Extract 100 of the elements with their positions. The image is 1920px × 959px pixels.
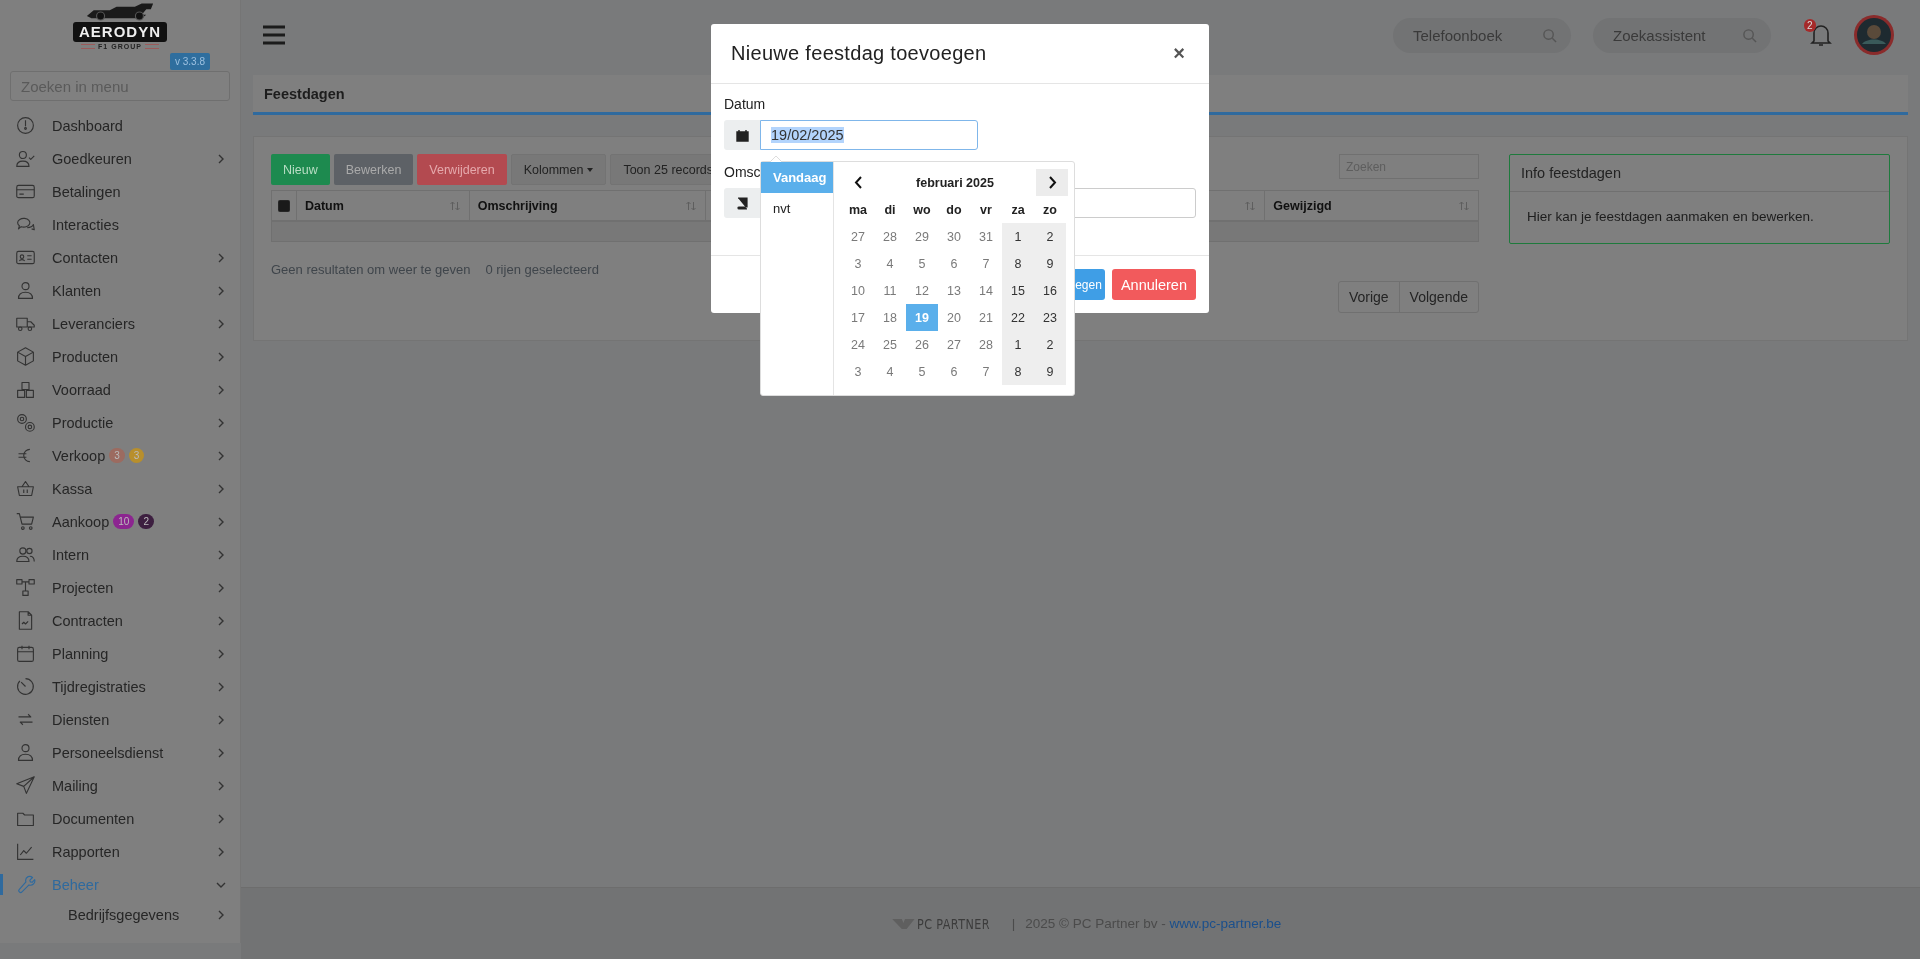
- calendar-day[interactable]: 24: [842, 331, 874, 358]
- calendar-day[interactable]: 23: [1034, 304, 1066, 331]
- sidebar-item[interactable]: Klanten: [0, 274, 240, 307]
- avatar[interactable]: [1853, 14, 1895, 56]
- chevron-right-icon: [216, 549, 226, 560]
- calendar-day[interactable]: 4: [874, 358, 906, 385]
- calendar-day[interactable]: 7: [970, 250, 1002, 277]
- menu-icon[interactable]: [263, 25, 285, 45]
- calendar-day[interactable]: 2: [1034, 223, 1066, 250]
- calendar-day[interactable]: 16: [1034, 277, 1066, 304]
- calendar-day[interactable]: 14: [970, 277, 1002, 304]
- count-badge: 3: [128, 448, 145, 463]
- calendar-day[interactable]: 27: [842, 223, 874, 250]
- calendar-day[interactable]: 1: [1002, 223, 1034, 250]
- column-header[interactable]: Gewijzigd: [1273, 198, 1332, 213]
- sidebar-item[interactable]: Leveranciers: [0, 307, 240, 340]
- calendar-day[interactable]: 7: [970, 358, 1002, 385]
- calendar-day[interactable]: 6: [938, 358, 970, 385]
- calendar-day[interactable]: 8: [1002, 250, 1034, 277]
- save-button[interactable]: egen: [1074, 269, 1105, 300]
- sidebar-item[interactable]: Documenten: [0, 802, 240, 835]
- calendar-day[interactable]: 30: [938, 223, 970, 250]
- sidebar-item[interactable]: Betalingen: [0, 175, 240, 208]
- calendar-day[interactable]: 10: [842, 277, 874, 304]
- sidebar-item[interactable]: Producten: [0, 340, 240, 373]
- cancel-button[interactable]: Annuleren: [1111, 269, 1196, 300]
- sidebar-item[interactable]: Interacties: [0, 208, 240, 241]
- timer-icon: [15, 676, 36, 697]
- calendar-day[interactable]: 26: [906, 331, 938, 358]
- sidebar-item[interactable]: Intern: [0, 538, 240, 571]
- month-title: februari 2025: [915, 175, 995, 190]
- calendar-day[interactable]: 21: [970, 304, 1002, 331]
- calendar-day[interactable]: 1: [1002, 331, 1034, 358]
- sidebar-item[interactable]: Planning: [0, 637, 240, 670]
- sidebar-item[interactable]: Projecten: [0, 571, 240, 604]
- calendar-day[interactable]: 17: [842, 304, 874, 331]
- calendar-day[interactable]: 11: [874, 277, 906, 304]
- calendar-day[interactable]: 3: [842, 358, 874, 385]
- search-field[interactable]: Zoekassistent: [1593, 17, 1771, 53]
- pagination-button[interactable]: Volgende: [1398, 282, 1478, 312]
- calendar-day[interactable]: 9: [1034, 250, 1066, 277]
- sidebar-item[interactable]: Mailing: [0, 769, 240, 802]
- calendar-day[interactable]: 29: [906, 223, 938, 250]
- sidebar-item[interactable]: Voorraad: [0, 373, 240, 406]
- calendar-day[interactable]: 6: [938, 250, 970, 277]
- sidebar-item[interactable]: Aankoop 10 2: [0, 505, 240, 538]
- search-field[interactable]: Telefoonboek: [1393, 17, 1571, 53]
- sidebar-item[interactable]: Verkoop 3 3: [0, 439, 240, 472]
- calendar-day[interactable]: 18: [874, 304, 906, 331]
- sidebar-item[interactable]: Rapporten: [0, 835, 240, 868]
- column-header[interactable]: Omschrijving: [477, 198, 558, 213]
- calendar-day[interactable]: 22: [1002, 304, 1034, 331]
- calendar-day[interactable]: 25: [874, 331, 906, 358]
- search-icon: [1542, 27, 1557, 43]
- calendar-day[interactable]: 31: [970, 223, 1002, 250]
- sidebar-item[interactable]: Dashboard: [0, 109, 240, 142]
- sidebar-item[interactable]: Tijdregistraties: [0, 670, 240, 703]
- calendar-day[interactable]: 5: [906, 358, 938, 385]
- calendar-day[interactable]: 13: [938, 277, 970, 304]
- sidebar-item[interactable]: Diensten: [0, 703, 240, 736]
- calendar-day[interactable]: 5: [906, 250, 938, 277]
- calendar-day[interactable]: 15: [1002, 277, 1034, 304]
- sidebar-item[interactable]: Kassa: [0, 472, 240, 505]
- weekday-label: zo: [1042, 201, 1058, 219]
- calendar-day[interactable]: 28: [874, 223, 906, 250]
- column-header[interactable]: Datum: [304, 198, 344, 213]
- weekday-label: di: [883, 201, 897, 219]
- sidebar-item[interactable]: Contacten: [0, 241, 240, 274]
- chevron-right-icon: [216, 483, 226, 494]
- close-button[interactable]: ×: [1169, 42, 1189, 65]
- checkbox[interactable]: [277, 199, 290, 212]
- calendar-day[interactable]: 2: [1034, 331, 1066, 358]
- item-label: Documenten: [52, 810, 135, 827]
- calendar-day[interactable]: 8: [1002, 358, 1034, 385]
- range-option[interactable]: Vandaag: [761, 162, 833, 193]
- toolbar-button[interactable]: Verwijderen: [417, 154, 507, 185]
- sidebar-item[interactable]: Bedrijfsgegevens: [0, 901, 240, 929]
- calendar-day[interactable]: 3: [842, 250, 874, 277]
- next-month-button[interactable]: [1036, 169, 1068, 196]
- caret-icon: [587, 167, 594, 172]
- item-label: Kassa: [52, 480, 93, 497]
- pagination-button[interactable]: Vorige: [1338, 282, 1399, 312]
- toolbar-button[interactable]: Bewerken: [333, 154, 414, 185]
- date-field[interactable]: 19/02/2025: [760, 120, 978, 150]
- dropdown-button[interactable]: Kolommen: [510, 154, 607, 185]
- sidebar-item[interactable]: Contracten: [0, 604, 240, 637]
- calendar-day[interactable]: 12: [906, 277, 938, 304]
- sidebar-item[interactable]: Productie: [0, 406, 240, 439]
- bell-icon[interactable]: [1809, 22, 1833, 48]
- toolbar-button[interactable]: Nieuw: [271, 154, 330, 185]
- calendar-day[interactable]: 19: [906, 304, 938, 331]
- paper-plane-icon: [15, 775, 36, 796]
- sidebar-item[interactable]: Personeelsdienst: [0, 736, 240, 769]
- chevron-right-icon: [216, 714, 226, 725]
- calendar-day[interactable]: 4: [874, 250, 906, 277]
- calendar-day[interactable]: 9: [1034, 358, 1066, 385]
- calendar-day[interactable]: 20: [938, 304, 970, 331]
- calendar-day[interactable]: 27: [938, 331, 970, 358]
- calendar-day[interactable]: 28: [970, 331, 1002, 358]
- sidebar-item[interactable]: Goedkeuren: [0, 142, 240, 175]
